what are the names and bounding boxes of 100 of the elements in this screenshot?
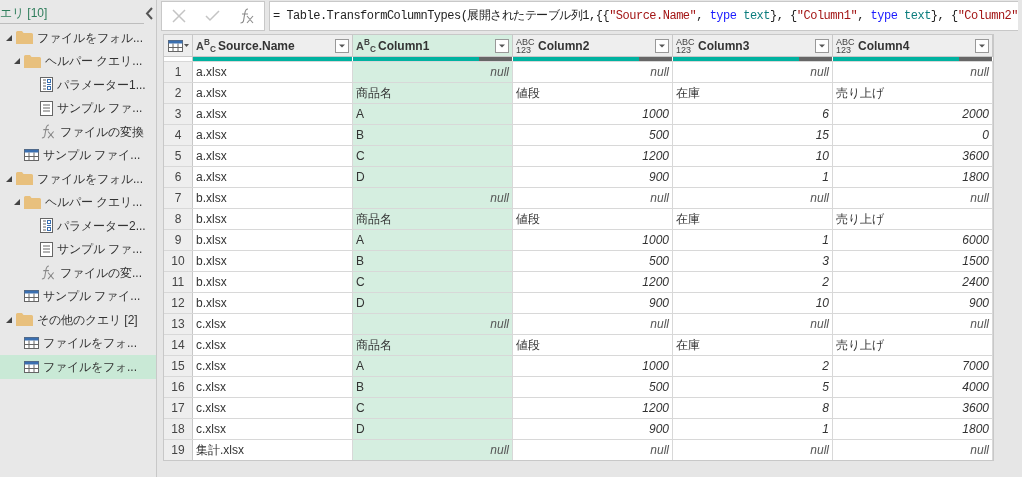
type-label[interactable]: ABC 123 [516,37,533,54]
row-number: 3 [164,104,193,124]
dropdown-button[interactable] [335,38,349,53]
table-cell: 900 [513,167,673,187]
table-cell: null [353,62,513,82]
check-icon[interactable] [204,10,220,22]
expand-arrow-icon[interactable] [6,316,12,323]
table-cell: 7000 [833,356,993,376]
table-cell: 6 [673,104,833,124]
query-tree-item[interactable]: ファイルの変換 [0,120,156,144]
table-cell: 商品名 [353,335,513,355]
collapse-icon[interactable] [145,6,154,20]
table-cell: 1200 [513,398,673,418]
table-cell: 2 [673,356,833,376]
row-number: 19 [164,440,193,460]
query-label: パラメーター1... [57,76,146,94]
query-label: ファイルをフォ... [43,335,137,353]
expand-arrow-icon[interactable] [6,34,12,41]
dropdown-button[interactable] [815,38,829,53]
column-name: Column2 [538,37,591,55]
row-number: 9 [164,230,193,250]
dropdown-button[interactable] [495,38,509,53]
expand-arrow-icon[interactable] [6,175,12,182]
query-label: パラメーター2... [57,217,146,235]
table-cell: 1 [673,419,833,439]
row-number: 12 [164,293,193,313]
table-cell: 500 [513,125,673,145]
row-number: 18 [164,419,193,439]
expand-arrow-icon[interactable] [14,58,20,65]
column-header[interactable]: A$^{B}$$_{C}$ Column1 [353,35,513,56]
formula-field[interactable]: = Table.TransformColumnTypes(展開されたテーブル列1,{{"Source.Name", type text}, {"Column1", type text}, {"Column2" [269,1,1018,31]
table-cell: null [513,62,673,82]
table-cell: null [833,188,993,208]
type-label[interactable]: ABC 123 [676,37,693,54]
query-tree-item[interactable]: ファイルをフォ... [0,355,156,379]
table-cell: 1200 [513,272,673,292]
caret-icon [183,44,189,47]
row-number: 13 [164,314,193,334]
query-tree-item[interactable]: パラメーター1... [0,73,156,97]
table-cell: 900 [833,293,993,313]
table-cell: 1800 [833,419,993,439]
column-name: Column1 [378,37,431,55]
row-number: 7 [164,188,193,208]
parameter-icon [40,218,53,234]
expand-arrow-icon[interactable] [14,199,20,206]
table-icon [24,360,39,373]
table-cell: null [353,188,513,208]
folder-icon [24,54,41,68]
column-name: Source.Name [218,37,296,55]
row-number: 6 [164,167,193,187]
pane-title: エリ [10] [0,5,48,22]
function-icon [40,265,56,281]
table-cell: C [353,272,513,292]
table-cell: 2400 [833,272,993,292]
table-cell: null [673,62,833,82]
query-tree-item[interactable]: サンプル ファ... [0,237,156,261]
table-cell: 0 [833,125,993,145]
query-tree-item[interactable]: パラメーター2... [0,214,156,238]
table-cell: 3600 [833,146,993,166]
column-header[interactable]: A$^{B}$$_{C}$ Source.Name [193,35,353,56]
table-cell: null [673,440,833,460]
table-cell: 売り上げ [833,335,993,355]
query-tree-item[interactable]: ヘルパー クエリ... [0,190,156,214]
query-tree-item[interactable]: ファイルの変... [0,261,156,285]
table-cell: 在庫 [673,83,833,103]
query-tree-item[interactable]: ファイルをフォル... [0,26,156,50]
query-tree-item[interactable]: サンプル ファ... [0,96,156,120]
row-number: 4 [164,125,193,145]
table-cell: null [513,314,673,334]
query-tree-item[interactable]: その他のクエリ [2] [0,308,156,332]
table-cell: 1 [673,230,833,250]
table-cell: null [833,62,993,82]
table-cell: 値段 [513,209,673,229]
table-cell: 1 [673,167,833,187]
query-tree-item[interactable]: ファイルをフォ... [0,331,156,355]
query-tree-item[interactable]: サンプル ファイ... [0,284,156,308]
dropdown-button[interactable] [655,38,669,53]
folder-icon [24,195,41,209]
list-icon [40,100,53,116]
table-cell: null [673,314,833,334]
table-cell: D [353,419,513,439]
type-label[interactable]: ABC 123 [836,37,853,54]
table-cell: 900 [513,419,673,439]
table-cell: 2 [673,272,833,292]
query-tree-item[interactable]: サンプル ファイ... [0,143,156,167]
table-cell: null [353,440,513,460]
query-tree-item[interactable]: ヘルパー クエリ... [0,49,156,73]
table-cell: C [353,398,513,418]
table-cell: 在庫 [673,209,833,229]
dropdown-button[interactable] [975,38,989,53]
table-cell: 1800 [833,167,993,187]
query-tree-item[interactable]: ファイルをフォル... [0,167,156,191]
query-label: サンプル ファイ... [43,147,141,165]
table-cell: 1000 [513,230,673,250]
row-number: 1 [164,62,193,82]
table-cell: 3 [673,251,833,271]
table-cell: null [833,440,993,460]
function-icon [40,124,56,140]
function-icon[interactable] [238,8,255,24]
query-label: サンプル ファ... [57,100,143,118]
